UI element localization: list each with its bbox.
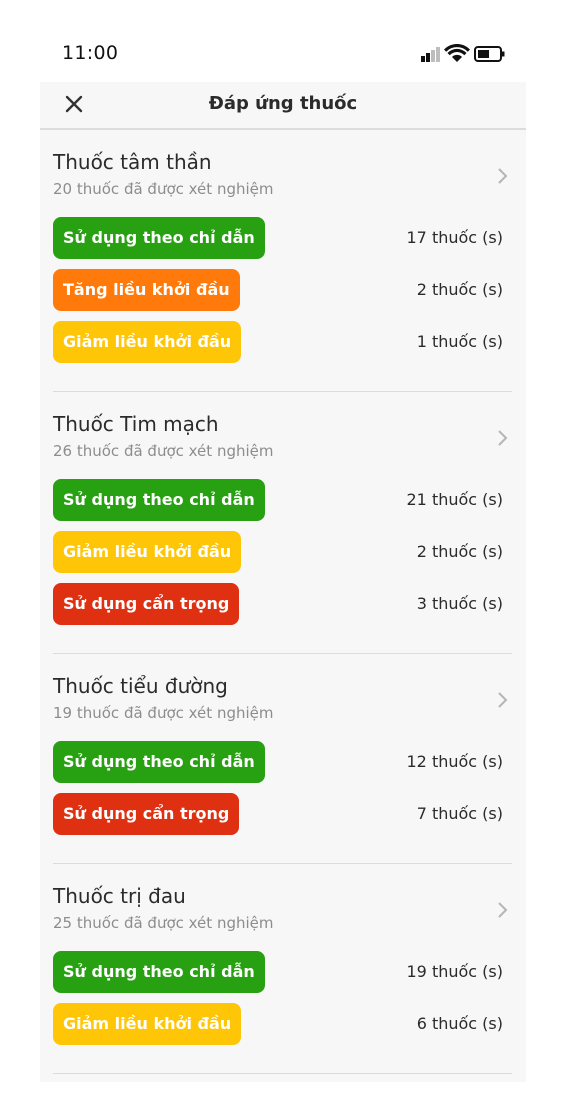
drug-group-title: Thuốc trị đau — [53, 884, 186, 908]
response-row: Sử dụng theo chỉ dẫn 21 thuốc (s) — [53, 479, 512, 531]
response-row: Sử dụng theo chỉ dẫn 12 thuốc (s) — [53, 741, 512, 793]
drug-count: 12 thuốc (s) — [406, 752, 504, 771]
response-row: Sử dụng theo chỉ dẫn 19 thuốc (s) — [53, 951, 512, 1003]
drug-group-list: Thuốc tâm thần 20 thuốc đã được xét nghi… — [40, 130, 526, 1074]
response-row: Giảm liều khởi đầu 1 thuốc (s) — [53, 321, 512, 373]
response-badge: Sử dụng cẩn trọng — [53, 793, 240, 835]
chevron-right-icon — [498, 902, 508, 918]
response-badge: Giảm liều khởi đầu — [53, 1003, 242, 1045]
wifi-icon — [444, 44, 470, 62]
response-row: Tăng liều khởi đầu 2 thuốc (s) — [53, 269, 512, 321]
drug-group-title: Thuốc Tim mạch — [53, 412, 219, 436]
drug-group-title: Thuốc tâm thần — [53, 150, 212, 174]
drug-count: 21 thuốc (s) — [406, 490, 504, 509]
response-row: Sử dụng theo chỉ dẫn 17 thuốc (s) — [53, 217, 512, 269]
drug-count: 17 thuốc (s) — [406, 228, 504, 247]
drug-count: 7 thuốc (s) — [416, 804, 503, 823]
response-badge: Giảm liều khởi đầu — [53, 531, 242, 573]
drug-group: Thuốc tiểu đường 19 thuốc đã được xét ng… — [53, 654, 512, 864]
drug-group-header[interactable]: Thuốc tâm thần 20 thuốc đã được xét nghi… — [53, 150, 512, 202]
response-badge: Giảm liều khởi đầu — [53, 321, 242, 363]
drug-count: 19 thuốc (s) — [406, 962, 504, 981]
drug-count: 6 thuốc (s) — [416, 1014, 503, 1033]
drug-group-subtitle: 26 thuốc đã được xét nghiệm — [53, 442, 274, 460]
drug-count: 2 thuốc (s) — [416, 280, 503, 299]
chevron-right-icon — [498, 692, 508, 708]
response-badge: Sử dụng theo chỉ dẫn — [53, 741, 265, 783]
drug-group-subtitle: 20 thuốc đã được xét nghiệm — [53, 180, 274, 198]
response-badge: Sử dụng cẩn trọng — [53, 583, 240, 625]
drug-group: Thuốc tâm thần 20 thuốc đã được xét nghi… — [53, 130, 512, 392]
signal-icon — [421, 47, 440, 62]
page-title: Đáp ứng thuốc — [208, 93, 358, 114]
response-row: Sử dụng cẩn trọng 3 thuốc (s) — [53, 583, 512, 635]
drug-count: 1 thuốc (s) — [416, 332, 503, 351]
response-row: Giảm liều khởi đầu 2 thuốc (s) — [53, 531, 512, 583]
response-row: Sử dụng cẩn trọng 7 thuốc (s) — [53, 793, 512, 845]
chevron-right-icon — [498, 430, 508, 446]
drug-group-subtitle: 25 thuốc đã được xét nghiệm — [53, 914, 274, 932]
status-time: 11:00 — [62, 42, 119, 64]
drug-count: 2 thuốc (s) — [416, 542, 503, 561]
drug-response-sheet: Đáp ứng thuốc Thuốc tâm thần 20 thuốc đã… — [40, 82, 526, 1082]
drug-count: 3 thuốc (s) — [416, 594, 503, 613]
drug-group-subtitle: 19 thuốc đã được xét nghiệm — [53, 704, 274, 722]
response-badge: Sử dụng theo chỉ dẫn — [53, 217, 265, 259]
response-badge: Sử dụng theo chỉ dẫn — [53, 951, 265, 993]
response-row: Giảm liều khởi đầu 6 thuốc (s) — [53, 1003, 512, 1055]
response-badge: Sử dụng theo chỉ dẫn — [53, 479, 265, 521]
drug-group: Thuốc Tim mạch 26 thuốc đã được xét nghi… — [53, 392, 512, 654]
drug-group-header[interactable]: Thuốc tiểu đường 19 thuốc đã được xét ng… — [53, 674, 512, 726]
chevron-right-icon — [498, 168, 508, 184]
response-badge: Tăng liều khởi đầu — [53, 269, 240, 311]
status-icons — [421, 44, 505, 62]
drug-group-header[interactable]: Thuốc Tim mạch 26 thuốc đã được xét nghi… — [53, 412, 512, 464]
header: Đáp ứng thuốc — [40, 82, 526, 130]
drug-group-header[interactable]: Thuốc trị đau 25 thuốc đã được xét nghiệ… — [53, 884, 512, 936]
status-bar: 11:00 — [0, 0, 566, 80]
drug-group-title: Thuốc tiểu đường — [53, 674, 228, 698]
battery-icon — [474, 46, 505, 62]
drug-group: Thuốc trị đau 25 thuốc đã được xét nghiệ… — [53, 864, 512, 1074]
